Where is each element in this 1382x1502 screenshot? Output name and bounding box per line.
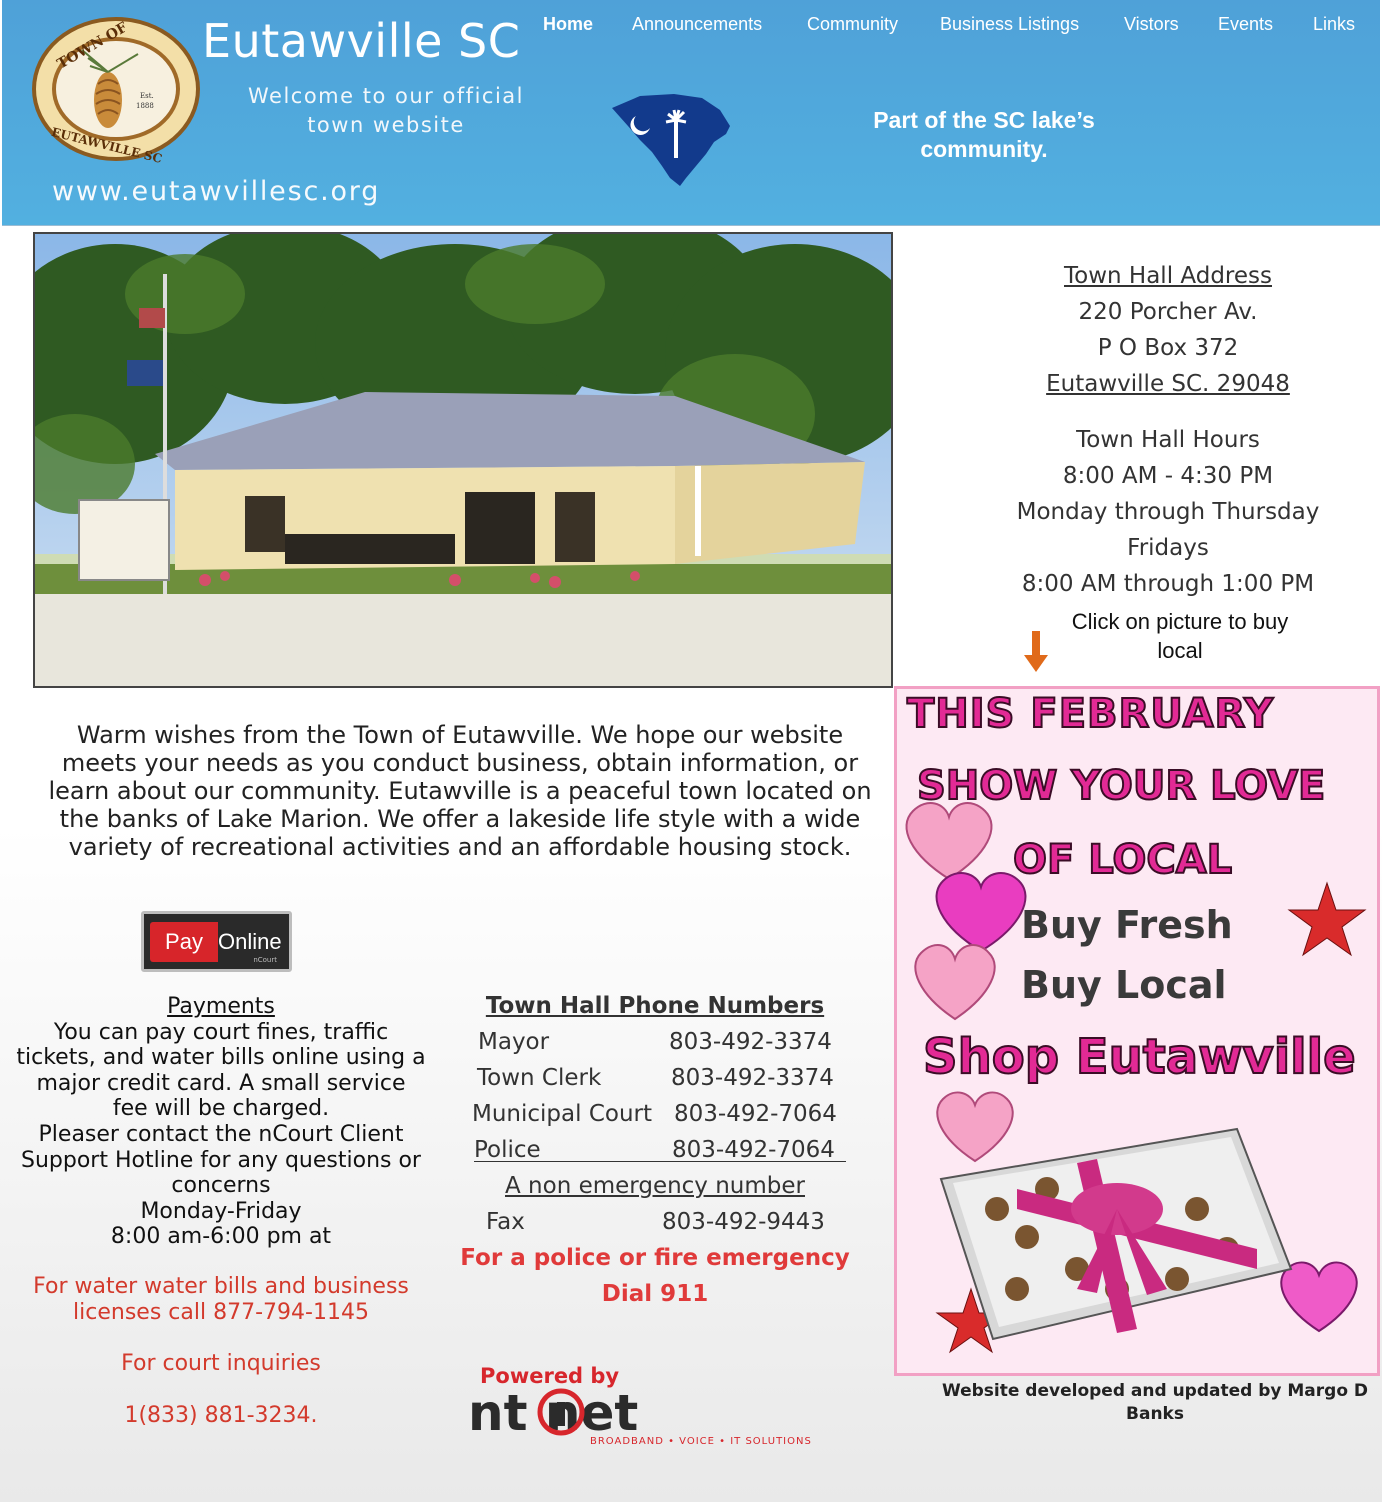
payments-heading: Payments bbox=[167, 994, 275, 1019]
phone-label: Municipal Court bbox=[472, 1101, 653, 1127]
site-credit: Website developed and updated by Margo D… bbox=[941, 1381, 1369, 1424]
chocolate-box-image bbox=[939, 1127, 1293, 1341]
heart-icon bbox=[935, 872, 1027, 953]
nonemergency-heading: A non emergency number bbox=[505, 1173, 805, 1199]
phone-label: Police bbox=[474, 1137, 541, 1163]
nav-links[interactable]: Links bbox=[1313, 14, 1355, 35]
phone-label: Mayor bbox=[478, 1029, 550, 1055]
town-hall-photo[interactable] bbox=[33, 232, 893, 688]
hours-weekday: 8:00 AM - 4:30 PM bbox=[1062, 463, 1274, 489]
pay-label: Pay bbox=[150, 922, 218, 962]
payments-section: Payments You can pay court fines, traffi… bbox=[16, 994, 426, 1428]
intro-paragraph: Warm wishes from the Town of Eutawville.… bbox=[48, 721, 872, 861]
payments-hours: 8:00 am-6:00 pm at bbox=[110, 1224, 332, 1250]
pay-online-button[interactable]: Pay Online nCourt bbox=[141, 911, 292, 972]
site-header: Est. 1888 TOWN OF EUTAWVILLE SC Eutawvil… bbox=[2, 0, 1380, 226]
ncourt-brand: nCourt bbox=[253, 956, 277, 964]
address-heading: Town Hall Address bbox=[1064, 263, 1272, 289]
phone-label: Town Clerk bbox=[477, 1065, 602, 1091]
payments-days: Monday-Friday bbox=[140, 1198, 302, 1224]
ntinet-tagline: BROADBAND • VOICE • IT SOLUTIONS bbox=[590, 1436, 812, 1447]
phone-row: Police 803-492-7064 bbox=[460, 1132, 850, 1168]
fax-row: Fax 803-492-9443 bbox=[460, 1204, 850, 1240]
heart-icon bbox=[905, 802, 993, 881]
powered-by-label: Powered by bbox=[480, 1364, 620, 1388]
nav-visitors[interactable]: Vistors bbox=[1124, 14, 1179, 35]
address-city: Eutawville SC. 29048 bbox=[1046, 371, 1290, 397]
seal-est: Est. bbox=[140, 92, 154, 100]
payments-contact: Pleaser contact the nCourt Client Suppor… bbox=[21, 1121, 421, 1199]
phone-row: Town Clerk 803-492-3374 bbox=[460, 1060, 850, 1096]
hours-heading: Town Hall Hours bbox=[1076, 427, 1260, 453]
phone-number: 803-492-3374 bbox=[671, 1065, 834, 1091]
buy-local-flyer[interactable]: THIS FEBRUARY SHOW YOUR LOVE OF LOCAL Bu… bbox=[894, 686, 1380, 1376]
site-url: www.eutawvillesc.org bbox=[52, 176, 381, 207]
click-picture-note: Click on picture to buy local bbox=[1071, 609, 1289, 663]
payments-body: You can pay court fines, traffic tickets… bbox=[16, 1019, 426, 1122]
phone-row: Municipal Court 803-492-7064 bbox=[460, 1096, 850, 1132]
phone-numbers-section: Town Hall Phone Numbers Mayor 803-492-33… bbox=[460, 988, 850, 1312]
days-friday: Fridays bbox=[1127, 535, 1209, 561]
nav-business-listings[interactable]: Business Listings bbox=[940, 14, 1079, 35]
nav-events[interactable]: Events bbox=[1218, 14, 1273, 35]
nav-community[interactable]: Community bbox=[807, 14, 898, 35]
nav-home[interactable]: Home bbox=[543, 14, 593, 35]
welcome-text: Welcome to our official town website bbox=[247, 84, 524, 137]
tagline: Part of the SC lake’s community. bbox=[873, 107, 1095, 162]
phone-number: 803-492-7064 bbox=[672, 1137, 835, 1163]
emergency-dial: Dial 911 bbox=[601, 1281, 709, 1307]
hours-friday: 8:00 AM through 1:00 PM bbox=[1021, 571, 1315, 597]
nav-announcements[interactable]: Announcements bbox=[632, 14, 762, 35]
address-street: 220 Porcher Av. bbox=[1078, 299, 1258, 325]
flyer-decorations bbox=[905, 802, 1367, 1354]
phone-row: Mayor 803-492-3374 bbox=[460, 1024, 850, 1060]
phones-heading: Town Hall Phone Numbers bbox=[485, 993, 825, 1019]
main-nav: Home Announcements Community Business Li… bbox=[2, 14, 1380, 38]
fax-label: Fax bbox=[486, 1209, 525, 1235]
days-weekday: Monday through Thursday bbox=[1016, 499, 1320, 525]
south-carolina-flag-map bbox=[612, 94, 730, 186]
heart-icon bbox=[1280, 1261, 1358, 1333]
town-hall-image bbox=[35, 234, 891, 686]
arrow-down-icon bbox=[1024, 631, 1048, 672]
heart-icon bbox=[936, 1091, 1014, 1163]
court-phone: 1(833) 881-3234. bbox=[124, 1402, 318, 1428]
seal-year: 1888 bbox=[136, 102, 154, 110]
heart-icon bbox=[914, 944, 996, 1021]
emergency-note: For a police or fire emergency bbox=[460, 1245, 850, 1271]
star-icon bbox=[1287, 881, 1367, 957]
phone-number: 803-492-7064 bbox=[674, 1101, 837, 1127]
ntinet-logo[interactable]: nt net BROADBAND • VOICE • IT SOLUTIONS bbox=[466, 1386, 846, 1448]
town-hall-info: Town Hall Address 220 Porcher Av. P O Bo… bbox=[968, 258, 1368, 602]
court-inquiries-note: For court inquiries bbox=[121, 1351, 321, 1377]
phone-number: 803-492-3374 bbox=[669, 1029, 832, 1055]
address-pobox: P O Box 372 bbox=[1097, 335, 1239, 361]
fax-number: 803-492-9443 bbox=[662, 1209, 825, 1235]
water-bills-note: For water water bills and business licen… bbox=[33, 1273, 409, 1325]
